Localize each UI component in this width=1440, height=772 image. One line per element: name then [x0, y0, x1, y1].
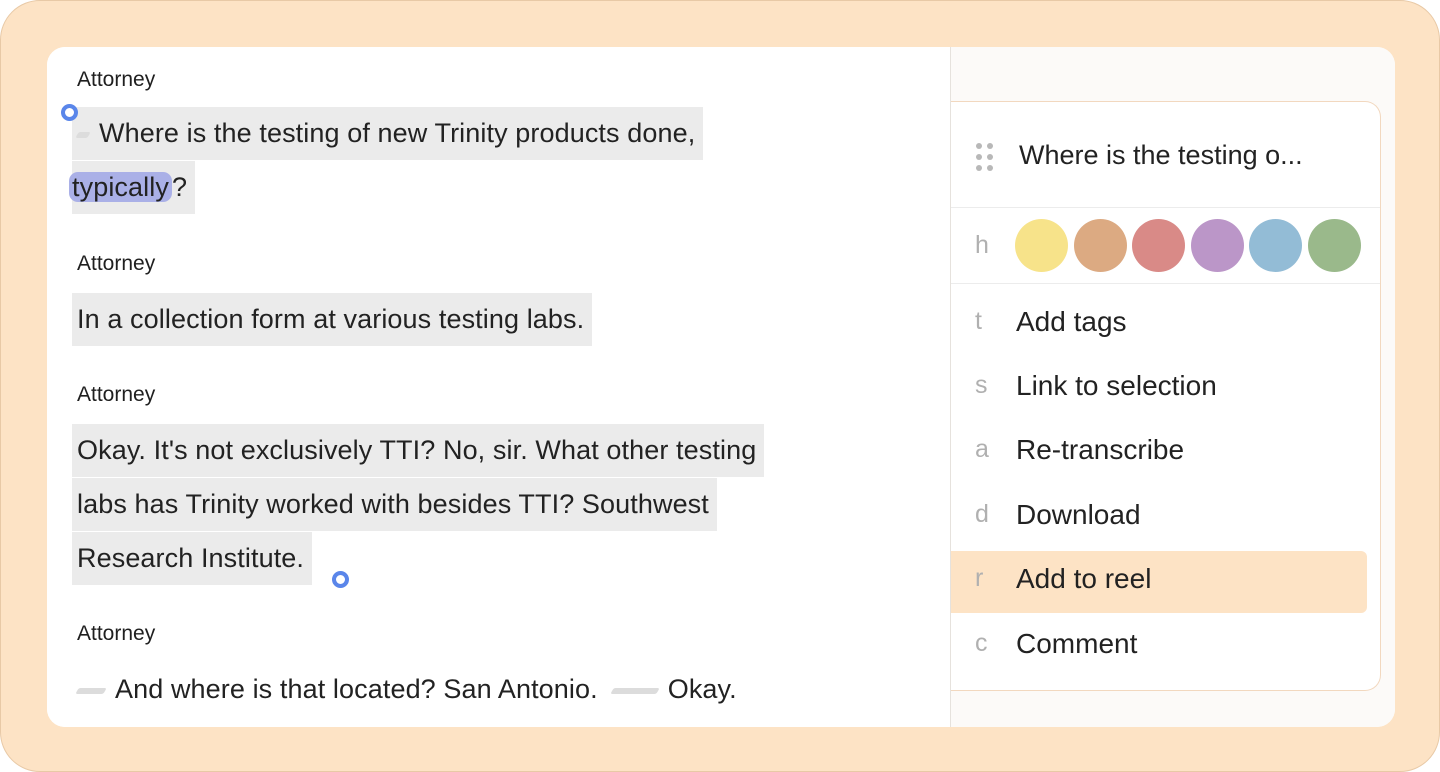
menu-item-label: Add tags	[1016, 306, 1127, 337]
silence-marker	[610, 687, 660, 694]
silence-marker	[75, 131, 91, 138]
selected-line[interactable]: Research Institute.	[72, 532, 313, 585]
shortcut-key: h	[975, 231, 989, 259]
selection-context-menu: Where is the testing o... h t Add tags s…	[951, 101, 1381, 691]
color-swatch-tan[interactable]	[1074, 219, 1127, 272]
menu-item-label: Re-transcribe	[1016, 434, 1185, 465]
menu-item-add-tags[interactable]: t Add tags	[951, 294, 1367, 356]
shortcut-key: t	[975, 307, 982, 335]
selected-line[interactable]: Where is the testing of new Trinity prod…	[72, 107, 704, 160]
transcript-paragraph[interactable]: Where is the testing of new Trinity prod…	[69, 107, 704, 215]
menu-item-comment[interactable]: c Comment	[951, 616, 1367, 678]
transcript-line[interactable]: And where is that located? San Antonio. O…	[72, 663, 745, 716]
shortcut-key: d	[975, 500, 989, 528]
transcript-paragraph[interactable]: Okay. It's not exclusively TTI? No, sir.…	[72, 424, 765, 586]
speaker-label: Attorney	[77, 622, 156, 645]
selected-line[interactable]: In a collection form at various testing …	[72, 293, 593, 346]
silence-marker	[75, 687, 107, 694]
shortcut-key: r	[975, 564, 984, 592]
transcript-panel[interactable]: Attorney Where is the testing of new Tri…	[47, 47, 950, 727]
menu-item-label: Download	[1016, 499, 1141, 530]
selection-preview-title: Where is the testing o...	[1019, 140, 1303, 170]
menu-item-label: Add to reel	[1016, 563, 1152, 594]
transcript-text[interactable]: In a collection form at various testing …	[77, 304, 584, 334]
color-swatch-purple[interactable]	[1191, 219, 1244, 272]
color-swatch-green[interactable]	[1308, 219, 1361, 272]
selection-start-handle[interactable]	[61, 104, 78, 121]
menu-item-label: Comment	[1016, 628, 1138, 659]
transcript-paragraph[interactable]: In a collection form at various testing …	[72, 293, 593, 347]
selection-end-handle[interactable]	[332, 571, 349, 588]
shortcut-key: s	[975, 371, 988, 399]
drag-handle-icon[interactable]	[976, 143, 994, 171]
menu-header: Where is the testing o...	[951, 102, 1380, 208]
speaker-label: Attorney	[77, 68, 156, 91]
transcript-text[interactable]: labs has Trinity worked with besides TTI…	[77, 489, 709, 519]
menu-item-download[interactable]: d Download	[951, 487, 1367, 549]
menu-item-link-to-selection[interactable]: s Link to selection	[951, 358, 1367, 420]
side-panel: Where is the testing o... h t Add tags s…	[950, 47, 1395, 727]
highlighted-word[interactable]: typically	[69, 172, 172, 202]
speaker-label: Attorney	[77, 252, 156, 275]
color-swatch-blue[interactable]	[1249, 219, 1302, 272]
transcript-text[interactable]: Okay.	[668, 674, 737, 704]
transcript-text[interactable]: ?	[172, 172, 187, 202]
highlight-color-row: h	[951, 208, 1380, 284]
selected-line[interactable]: typically?	[69, 161, 196, 214]
selected-line[interactable]: Okay. It's not exclusively TTI? No, sir.…	[72, 424, 765, 477]
menu-item-re-transcribe[interactable]: a Re-transcribe	[951, 422, 1367, 484]
menu-item-label: Link to selection	[1016, 370, 1217, 401]
menu-item-add-to-reel[interactable]: r Add to reel	[951, 551, 1367, 613]
selected-line[interactable]: labs has Trinity worked with besides TTI…	[72, 478, 717, 531]
transcript-text[interactable]: And where is that located? San Antonio.	[115, 674, 598, 704]
transcript-text[interactable]: Where is the testing of new Trinity prod…	[99, 118, 695, 148]
transcript-text[interactable]: Research Institute.	[77, 543, 304, 573]
color-swatch-red[interactable]	[1132, 219, 1185, 272]
shortcut-key: a	[975, 435, 989, 463]
window-frame: Attorney Where is the testing of new Tri…	[0, 0, 1440, 772]
transcript-text[interactable]: Okay. It's not exclusively TTI? No, sir.…	[77, 435, 756, 465]
shortcut-key: c	[975, 629, 988, 657]
color-swatch-yellow[interactable]	[1015, 219, 1068, 272]
transcript-paragraph[interactable]: And where is that located? San Antonio. O…	[72, 663, 745, 717]
speaker-label: Attorney	[77, 383, 156, 406]
editor-card: Attorney Where is the testing of new Tri…	[47, 47, 1395, 727]
